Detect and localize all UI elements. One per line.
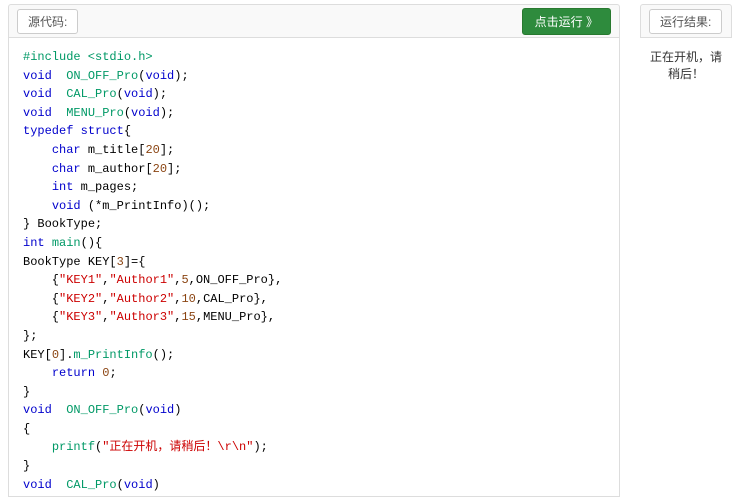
code-token: void bbox=[23, 69, 52, 83]
code-token: ON_OFF_Pro bbox=[196, 273, 268, 287]
source-label: 源代码: bbox=[17, 9, 78, 34]
code-token: MENU_Pro bbox=[66, 106, 124, 120]
code-token: BookType bbox=[37, 217, 95, 231]
code-token: void bbox=[131, 106, 160, 120]
code-token: void bbox=[23, 87, 52, 101]
code-token: "正在开机，请稍后！\r\n" bbox=[102, 440, 253, 454]
code-token: KEY bbox=[23, 348, 45, 362]
code-token: 10 bbox=[181, 292, 195, 306]
code-token: CAL_Pro bbox=[66, 478, 116, 492]
code-token: "Author3" bbox=[109, 310, 174, 324]
code-token: "Author2" bbox=[109, 292, 174, 306]
code-token: int bbox=[23, 236, 45, 250]
result-header: 运行结果: bbox=[640, 4, 732, 38]
code-token: BookType bbox=[23, 255, 81, 269]
code-token: void bbox=[52, 199, 81, 213]
result-panel: 运行结果: 正在开机，请稍后！ bbox=[640, 4, 732, 497]
code-token: void bbox=[23, 403, 52, 417]
code-token: void bbox=[23, 478, 52, 492]
code-token: printf bbox=[52, 440, 95, 454]
code-token: m_pages bbox=[81, 180, 131, 194]
code-token: KEY bbox=[88, 255, 110, 269]
code-token: struct bbox=[81, 124, 124, 138]
source-panel: 源代码: 点击运行 》 #include <stdio.h> void ON_O… bbox=[8, 4, 620, 497]
code-token: 0 bbox=[102, 366, 109, 380]
code-token: m_PrintInfo bbox=[73, 348, 152, 362]
result-output: 正在开机，请稍后！ bbox=[640, 38, 732, 497]
code-token: CAL_Pro bbox=[203, 292, 253, 306]
code-token: char bbox=[52, 162, 81, 176]
code-token: m_author bbox=[88, 162, 146, 176]
code-token: void bbox=[124, 478, 153, 492]
code-token: void bbox=[23, 106, 52, 120]
code-token: #include <stdio.h> bbox=[23, 50, 153, 64]
code-token: "Author1" bbox=[109, 273, 174, 287]
code-token: main bbox=[52, 236, 81, 250]
code-token: void bbox=[124, 87, 153, 101]
code-token: "KEY3" bbox=[59, 310, 102, 324]
code-token: 0 bbox=[52, 348, 59, 362]
code-token: 20 bbox=[153, 162, 167, 176]
code-token: int bbox=[52, 180, 74, 194]
source-header: 源代码: 点击运行 》 bbox=[8, 4, 620, 38]
code-token: CAL_Pro bbox=[66, 87, 116, 101]
code-token: ON_OFF_Pro bbox=[66, 403, 138, 417]
code-token: m_title bbox=[88, 143, 138, 157]
code-editor[interactable]: #include <stdio.h> void ON_OFF_Pro(void)… bbox=[8, 38, 620, 497]
run-button[interactable]: 点击运行 》 bbox=[522, 8, 611, 35]
code-token: void bbox=[145, 403, 174, 417]
code-token: ON_OFF_Pro bbox=[66, 69, 138, 83]
code-token: m_PrintInfo bbox=[102, 199, 181, 213]
code-token: typedef bbox=[23, 124, 73, 138]
code-token: 15 bbox=[181, 310, 195, 324]
code-token: MENU_Pro bbox=[203, 310, 261, 324]
code-token: "KEY2" bbox=[59, 292, 102, 306]
code-token: return bbox=[52, 366, 95, 380]
code-token: void bbox=[145, 69, 174, 83]
code-token: 5 bbox=[181, 273, 188, 287]
result-label: 运行结果: bbox=[649, 9, 722, 34]
code-token: char bbox=[52, 143, 81, 157]
code-token: 3 bbox=[117, 255, 124, 269]
code-token: "KEY1" bbox=[59, 273, 102, 287]
code-token: 20 bbox=[145, 143, 159, 157]
